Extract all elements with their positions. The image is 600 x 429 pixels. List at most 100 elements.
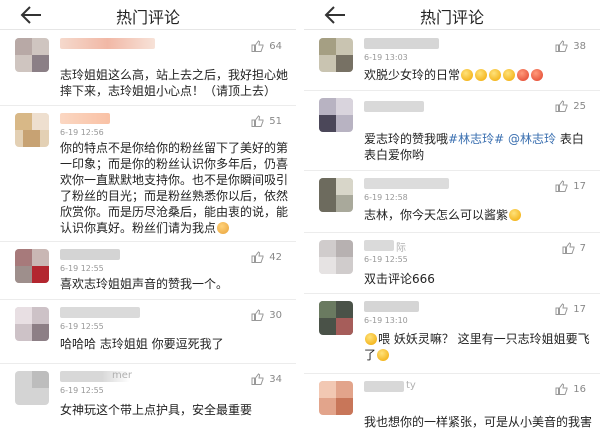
comment-text-body: 志林，你今天怎么可以酱紫 [364,208,509,222]
like-count: 38 [573,40,586,52]
emoji-icon [489,69,502,81]
thumbs-up-icon [555,100,568,112]
username-fragment: mer [112,370,133,381]
username[interactable] [364,240,394,251]
comment-text: 欢脱少女玲的日常 [364,67,592,83]
like-button[interactable]: 42 [251,251,282,263]
comment-text: 志林，你今天怎么可以酱紫 [364,207,592,223]
comment-item[interactable]: 际 6-19 12:55 7 双击评论666 [304,233,600,294]
emoji-icon [377,349,390,361]
like-button[interactable]: 30 [251,309,282,321]
emoji-icon [475,69,488,81]
username[interactable] [60,249,120,260]
like-count: 51 [269,115,282,127]
header: 热门评论 [0,0,296,30]
thumbs-up-icon [251,40,264,52]
comment-time: 6-19 12:55 [364,255,408,264]
thumbs-up-icon [562,242,575,254]
like-button[interactable]: 51 [251,115,282,127]
like-count: 34 [269,373,282,385]
comment-text: 女神玩这个带上点护具，安全最重要 [60,403,253,417]
like-button[interactable]: 16 [555,383,586,395]
avatar[interactable] [15,113,49,147]
thumbs-up-icon [555,383,568,395]
topic-tag[interactable]: #林志玲# [448,132,504,146]
username[interactable] [364,38,439,49]
comment-time: 6-19 12:55 [60,386,104,395]
avatar[interactable] [319,240,353,274]
like-button[interactable]: 7 [562,242,586,254]
username[interactable] [364,178,449,189]
comment-text: 喜欢志玲姐姐声音的赞我一个。 [60,277,229,291]
comments-panel-right: 热门评论 6-19 13:03 38 欢脱少女玲的日常 25 爱志玲的赞我哦#林… [304,0,600,429]
like-count: 7 [579,242,586,254]
emoji-icon [365,333,377,345]
comment-time: 6-19 13:10 [364,316,408,325]
comment-text-body: 欢脱少女玲的日常 [364,68,461,82]
username[interactable] [60,113,110,124]
username[interactable] [60,38,155,49]
avatar[interactable] [15,249,49,283]
comment-item[interactable]: 6-19 13:03 38 欢脱少女玲的日常 [304,31,600,91]
comment-list[interactable]: 64 志玲姐姐这么高，站上去之后，我好担心她摔下来，志玲姐姐小心点！（请顶上去）… [0,31,296,429]
avatar[interactable] [15,371,49,405]
like-button[interactable]: 34 [251,373,282,385]
comment-time: 6-19 12:58 [364,193,408,202]
avatar[interactable] [319,301,353,335]
comment-item[interactable]: 6-19 13:10 17 喂 妖妖灵嘛？ 这里有一只志玲姐姐要飞了 [304,294,600,374]
comment-list[interactable]: 6-19 13:03 38 欢脱少女玲的日常 25 爱志玲的赞我哦#林志玲# @… [304,31,600,429]
comment-text: 爱志玲的赞我哦#林志玲# @林志玲 表白表白爱你哟 [364,131,592,163]
comment-text-body: 喂 妖妖灵嘛？ 这里有一只志玲姐姐要飞了 [364,332,590,362]
comment-item[interactable]: 6-19 12:55 30 哈哈哈 志玲姐姐 你要逗死我了 [0,300,296,364]
like-button[interactable]: 38 [555,40,586,52]
avatar[interactable] [319,381,353,415]
page-title: 热门评论 [419,8,484,27]
comment-text: 双击评论666 [364,272,435,286]
thumbs-up-icon [555,40,568,52]
like-button[interactable]: 17 [555,180,586,192]
comment-item[interactable]: mer 6-19 12:55 34 女神玩这个带上点护具，安全最重要 [0,364,296,429]
avatar[interactable] [319,98,353,132]
comment-item[interactable]: 6-19 12:58 17 志林，你今天怎么可以酱紫 [304,171,600,233]
username-fragment: ty [406,380,416,391]
username[interactable] [364,101,424,112]
thumbs-up-icon [555,303,568,315]
emoji-icon [503,69,516,81]
thumbs-up-icon [251,251,264,263]
comment-item[interactable]: 6-19 12:55 42 喜欢志玲姐姐声音的赞我一个。 [0,242,296,300]
comment-text: 我也想你的一样紧张，可是从小美音的我害 [364,415,592,429]
comment-time: 6-19 12:55 [60,264,104,273]
comment-item[interactable]: 6-19 12:56 51 你的特点不是你给你的粉丝留下了美好的第一印象；而是你… [0,106,296,242]
avatar[interactable] [15,307,49,341]
comment-item[interactable]: ty 16 我也想你的一样紧张，可是从小美音的我害 [304,374,600,429]
avatar[interactable] [15,38,49,72]
thumbs-up-icon [251,373,264,385]
comment-text: 哈哈哈 志玲姐姐 你要逗死我了 [60,337,224,351]
comment-text: 志玲姐姐这么高，站上去之后，我好担心她摔下来，志玲姐姐小心点！（请顶上去） [60,68,289,98]
like-button[interactable]: 25 [555,100,586,112]
header: 热门评论 [304,0,600,30]
username[interactable] [364,381,404,392]
avatar[interactable] [319,38,353,72]
comment-text: 喂 妖妖灵嘛？ 这里有一只志玲姐姐要飞了 [364,331,592,363]
like-button[interactable]: 17 [555,303,586,315]
thumbs-up-icon [555,180,568,192]
username[interactable] [364,301,419,312]
comment-text-prefix: 爱志玲的赞我哦 [364,132,449,146]
emoji-icon [461,69,474,81]
mention-link[interactable]: @林志玲 [508,132,556,146]
like-count: 17 [573,303,586,315]
comment-item[interactable]: 64 志玲姐姐这么高，站上去之后，我好担心她摔下来，志玲姐姐小心点！（请顶上去） [0,31,296,106]
avatar[interactable] [319,178,353,212]
thumbs-up-icon [251,115,264,127]
like-count: 17 [573,180,586,192]
username-fragment: 际 [396,243,406,254]
emoji-icon [517,69,530,81]
comment-item[interactable]: 25 爱志玲的赞我哦#林志玲# @林志玲 表白表白爱你哟 [304,91,600,171]
comment-time: 6-19 12:55 [60,322,104,331]
username[interactable] [60,307,140,318]
like-count: 64 [269,40,282,52]
comment-time: 6-19 12:56 [60,128,104,137]
comments-panel-left: 热门评论 64 志玲姐姐这么高，站上去之后，我好担心她摔下来，志玲姐姐小心点！（… [0,0,296,429]
like-button[interactable]: 64 [251,40,282,52]
